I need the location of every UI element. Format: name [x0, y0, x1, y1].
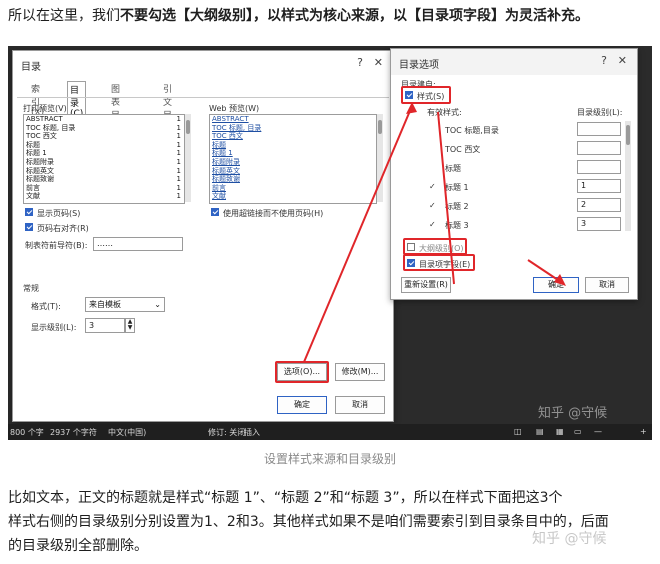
arrow-options-to-styles	[303, 105, 413, 363]
intro-lead: 所以在这里，我们	[8, 8, 120, 24]
zoom-in-icon[interactable]: +	[640, 427, 647, 436]
body-line-1: 比如文本，正文的标题就是样式“标题 1”、“标题 2”和“标题 3”，所以在样式…	[8, 490, 563, 506]
read-mode-icon[interactable]: ▤	[536, 427, 544, 436]
intro-paragraph: 所以在这里，我们不要勾选【大纲级别】，以样式为核心来源，以【目录项字段】为灵活补…	[8, 4, 589, 28]
body-line-3: 的目录级别全部删除。	[8, 538, 148, 554]
annotation-arrows	[303, 102, 566, 363]
embedded-screenshot: 目录 ? ✕ 索引(X) 目录(C) 图表目录(F) 引文目录(A) 打印预览(…	[8, 46, 652, 440]
status-insert: 插入	[244, 428, 260, 437]
status-lang: 中文(中国)	[108, 428, 147, 437]
watermark-bottom: 知乎 @守候	[532, 531, 607, 547]
print-layout-icon[interactable]: ▦	[556, 427, 564, 436]
focus-icon[interactable]: ◫	[514, 427, 522, 436]
watermark: 知乎 @守候	[538, 406, 608, 421]
arrowhead-icon	[406, 102, 417, 114]
zoom-out-icon[interactable]: —	[594, 427, 602, 436]
arrowhead-icon	[554, 274, 566, 286]
intro-bold: 不要勾选【大纲级别】，以样式为核心来源，以【目录项字段】为灵活补充。	[120, 8, 589, 24]
body-line-2: 样式右侧的目录级别分别设置为1、2和3。其他样式如果不是咱们需要索引到目录条目中…	[8, 514, 609, 530]
image-caption: 设置样式来源和目录级别	[263, 452, 396, 466]
status-track: 修订: 关闭	[208, 428, 246, 437]
arrow-styles-to-level	[437, 111, 455, 285]
web-layout-icon[interactable]: ▭	[574, 427, 582, 436]
status-chars: 2937 个字符	[50, 428, 97, 437]
status-words: 800 个字	[10, 428, 44, 437]
status-bar: 800 个字 2937 个字符 中文(中国) 修订: 关闭 插入 ◫ ▤ ▦ ▭…	[8, 424, 652, 440]
